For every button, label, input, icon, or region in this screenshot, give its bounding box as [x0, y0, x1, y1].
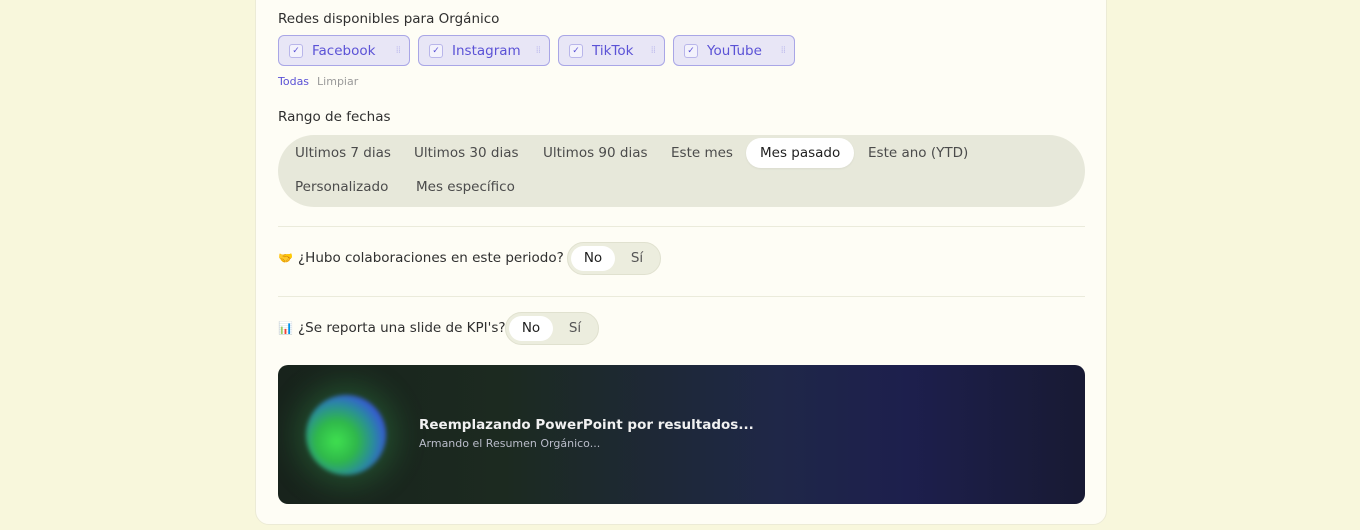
chip-label: TikTok: [592, 42, 634, 59]
drag-handle-icon[interactable]: ⁞⁞: [781, 45, 786, 56]
kpi-question: 📊 ¿Se reporta una slide de KPI's?: [278, 320, 506, 336]
drag-handle-icon[interactable]: ⁞⁞: [396, 45, 401, 56]
kpi-no-option[interactable]: No: [509, 316, 553, 341]
range-option-last-month[interactable]: Mes pasado: [746, 138, 855, 168]
range-option-7d[interactable]: Ultimos 7 dias: [281, 138, 405, 168]
chip-label: Instagram: [452, 42, 521, 59]
checkbox-icon[interactable]: ✓: [429, 43, 443, 58]
checkbox-icon[interactable]: ✓: [684, 43, 698, 58]
clear-link[interactable]: Limpiar: [317, 75, 358, 88]
checkbox-icon[interactable]: ✓: [289, 43, 303, 58]
range-option-specific-month[interactable]: Mes específico: [402, 172, 529, 202]
handshake-icon: 🤝: [278, 251, 293, 265]
collaborations-no-option[interactable]: No: [571, 246, 615, 271]
loading-title: Reemplazando PowerPoint por resultados..…: [419, 417, 754, 433]
kpi-question-text: ¿Se reporta una slide de KPI's?: [298, 320, 506, 336]
chip-label: Facebook: [312, 42, 376, 59]
chip-youtube[interactable]: ✓ YouTube ⁞⁞: [673, 35, 795, 66]
drag-handle-icon[interactable]: ⁞⁞: [536, 45, 541, 56]
range-option-this-month[interactable]: Este mes: [657, 138, 747, 168]
range-option-30d[interactable]: Ultimos 30 dias: [400, 138, 533, 168]
range-option-ytd[interactable]: Este ano (YTD): [854, 138, 982, 168]
collaborations-toggle: No Sí: [567, 242, 661, 275]
networks-label: Redes disponibles para Orgánico: [278, 11, 500, 27]
kpi-yes-option[interactable]: Sí: [553, 316, 597, 341]
chip-actions: Todas Limpiar: [278, 75, 358, 88]
select-all-link[interactable]: Todas: [278, 75, 309, 88]
kpi-toggle: No Sí: [505, 312, 599, 345]
form-card: Redes disponibles para Orgánico ✓ Facebo…: [255, 0, 1107, 525]
divider: [278, 226, 1085, 227]
loading-orb-icon: [306, 395, 386, 475]
range-option-90d[interactable]: Ultimos 90 dias: [529, 138, 662, 168]
drag-handle-icon[interactable]: ⁞⁞: [651, 45, 656, 56]
date-range-label: Rango de fechas: [278, 109, 391, 125]
collaborations-yes-option[interactable]: Sí: [615, 246, 659, 271]
collaborations-question-text: ¿Hubo colaboraciones en este periodo?: [298, 250, 564, 266]
checkbox-icon[interactable]: ✓: [569, 43, 583, 58]
network-chips: ✓ Facebook ⁞⁞ ✓ Instagram ⁞⁞ ✓ TikTok ⁞⁞…: [278, 35, 795, 66]
collaborations-question: 🤝 ¿Hubo colaboraciones en este periodo?: [278, 250, 564, 266]
range-option-custom[interactable]: Personalizado: [281, 172, 402, 202]
chip-label: YouTube: [707, 42, 762, 59]
loading-subtitle: Armando el Resumen Orgánico...: [419, 437, 601, 450]
divider: [278, 296, 1085, 297]
chip-instagram[interactable]: ✓ Instagram ⁞⁞: [418, 35, 550, 66]
chip-tiktok[interactable]: ✓ TikTok ⁞⁞: [558, 35, 665, 66]
date-range-selector: Ultimos 7 dias Ultimos 30 dias Ultimos 9…: [278, 135, 1085, 207]
chip-facebook[interactable]: ✓ Facebook ⁞⁞: [278, 35, 410, 66]
loading-banner: Reemplazando PowerPoint por resultados..…: [278, 365, 1085, 504]
bar-chart-icon: 📊: [278, 321, 293, 335]
